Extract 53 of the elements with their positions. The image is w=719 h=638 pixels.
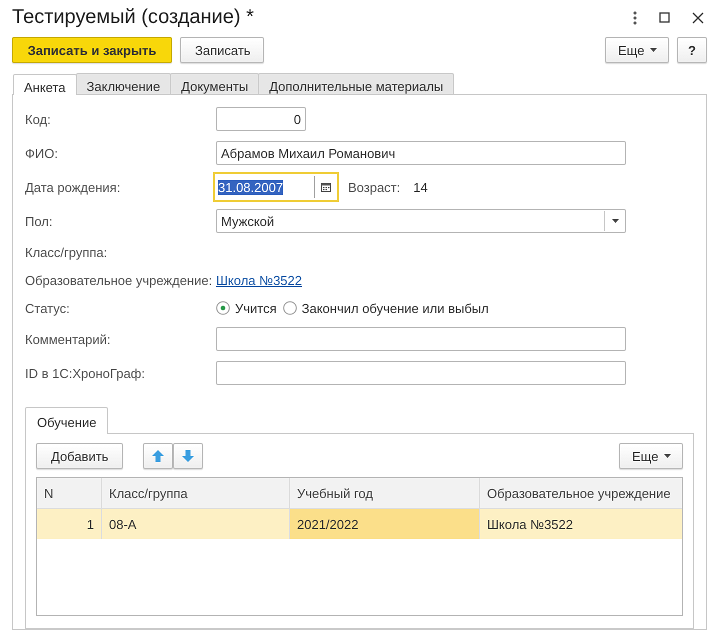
caret-icon: [650, 48, 658, 52]
date-field[interactable]: 31.08.2007: [213, 172, 339, 202]
move-up-button[interactable]: [143, 443, 174, 469]
age-value: 14: [413, 180, 428, 194]
tab[interactable]: Дополнительные материалы: [258, 72, 454, 94]
radio-button[interactable]: [282, 301, 297, 315]
field-label: ФИО:: [25, 146, 59, 160]
arrow-up-icon: [152, 450, 164, 462]
field-label: Класс/группа:: [25, 244, 108, 260]
kebab-icon: [633, 10, 637, 25]
more-button[interactable]: Еще: [619, 443, 683, 469]
table-cell: 2021/2022: [290, 509, 480, 539]
tab[interactable]: Обучение: [25, 407, 108, 434]
input-field[interactable]: 0: [216, 107, 306, 131]
input-field[interactable]: [216, 361, 626, 385]
save-and-close-button[interactable]: Записать и закрыть: [12, 37, 172, 64]
column-header[interactable]: N: [37, 478, 102, 508]
close-icon: [692, 12, 704, 24]
table-cell-text: Школа №3522: [486, 516, 574, 534]
field-label: Пол:: [25, 214, 54, 228]
help-button[interactable]: ?: [677, 37, 707, 64]
field-label: Дата рождения:: [25, 180, 122, 194]
column-header[interactable]: Образовательное учреждение: [480, 478, 682, 508]
field-label: Комментарий:: [25, 332, 112, 346]
field-label: Код:: [25, 112, 52, 126]
column-header[interactable]: Класс/группа: [102, 478, 290, 508]
window-title: Тестируемый (создание) *: [12, 6, 255, 30]
table-row[interactable]: 1 08-А 2021/2022 Школа №3522: [37, 509, 682, 539]
tab[interactable]: Заключение: [76, 72, 172, 94]
save-button[interactable]: Записать: [180, 37, 264, 64]
table-cell: 1: [37, 509, 102, 539]
maximize-icon: [659, 12, 670, 24]
arrow-down-icon: [182, 450, 194, 462]
calendar-icon: [321, 182, 331, 192]
move-down-button[interactable]: [173, 443, 204, 469]
caret-icon: [664, 454, 672, 458]
field-label: Образовательное учреждение:: [25, 272, 214, 288]
age-label: Возраст:: [348, 180, 400, 194]
select-field[interactable]: Мужской: [216, 209, 626, 233]
field-label: ID в 1С:ХроноГраф:: [25, 366, 146, 380]
school-link[interactable]: Школа №3522: [216, 272, 302, 288]
tab[interactable]: Анкета: [13, 74, 77, 95]
radio-button[interactable]: [216, 301, 230, 315]
column-header[interactable]: Учебный год: [290, 478, 480, 508]
field-label: Статус:: [25, 300, 71, 316]
input-field[interactable]: [216, 327, 626, 351]
more-button[interactable]: Еще: [605, 37, 669, 64]
input-field[interactable]: Абрамов Михаил Романович: [216, 141, 626, 165]
add-button[interactable]: Добавить: [36, 443, 124, 469]
radio-label[interactable]: Закончил обучение или выбыл: [302, 300, 489, 316]
radio-label[interactable]: Учится: [235, 300, 277, 316]
tab[interactable]: Документы: [170, 72, 260, 94]
caret-icon: [612, 219, 618, 223]
